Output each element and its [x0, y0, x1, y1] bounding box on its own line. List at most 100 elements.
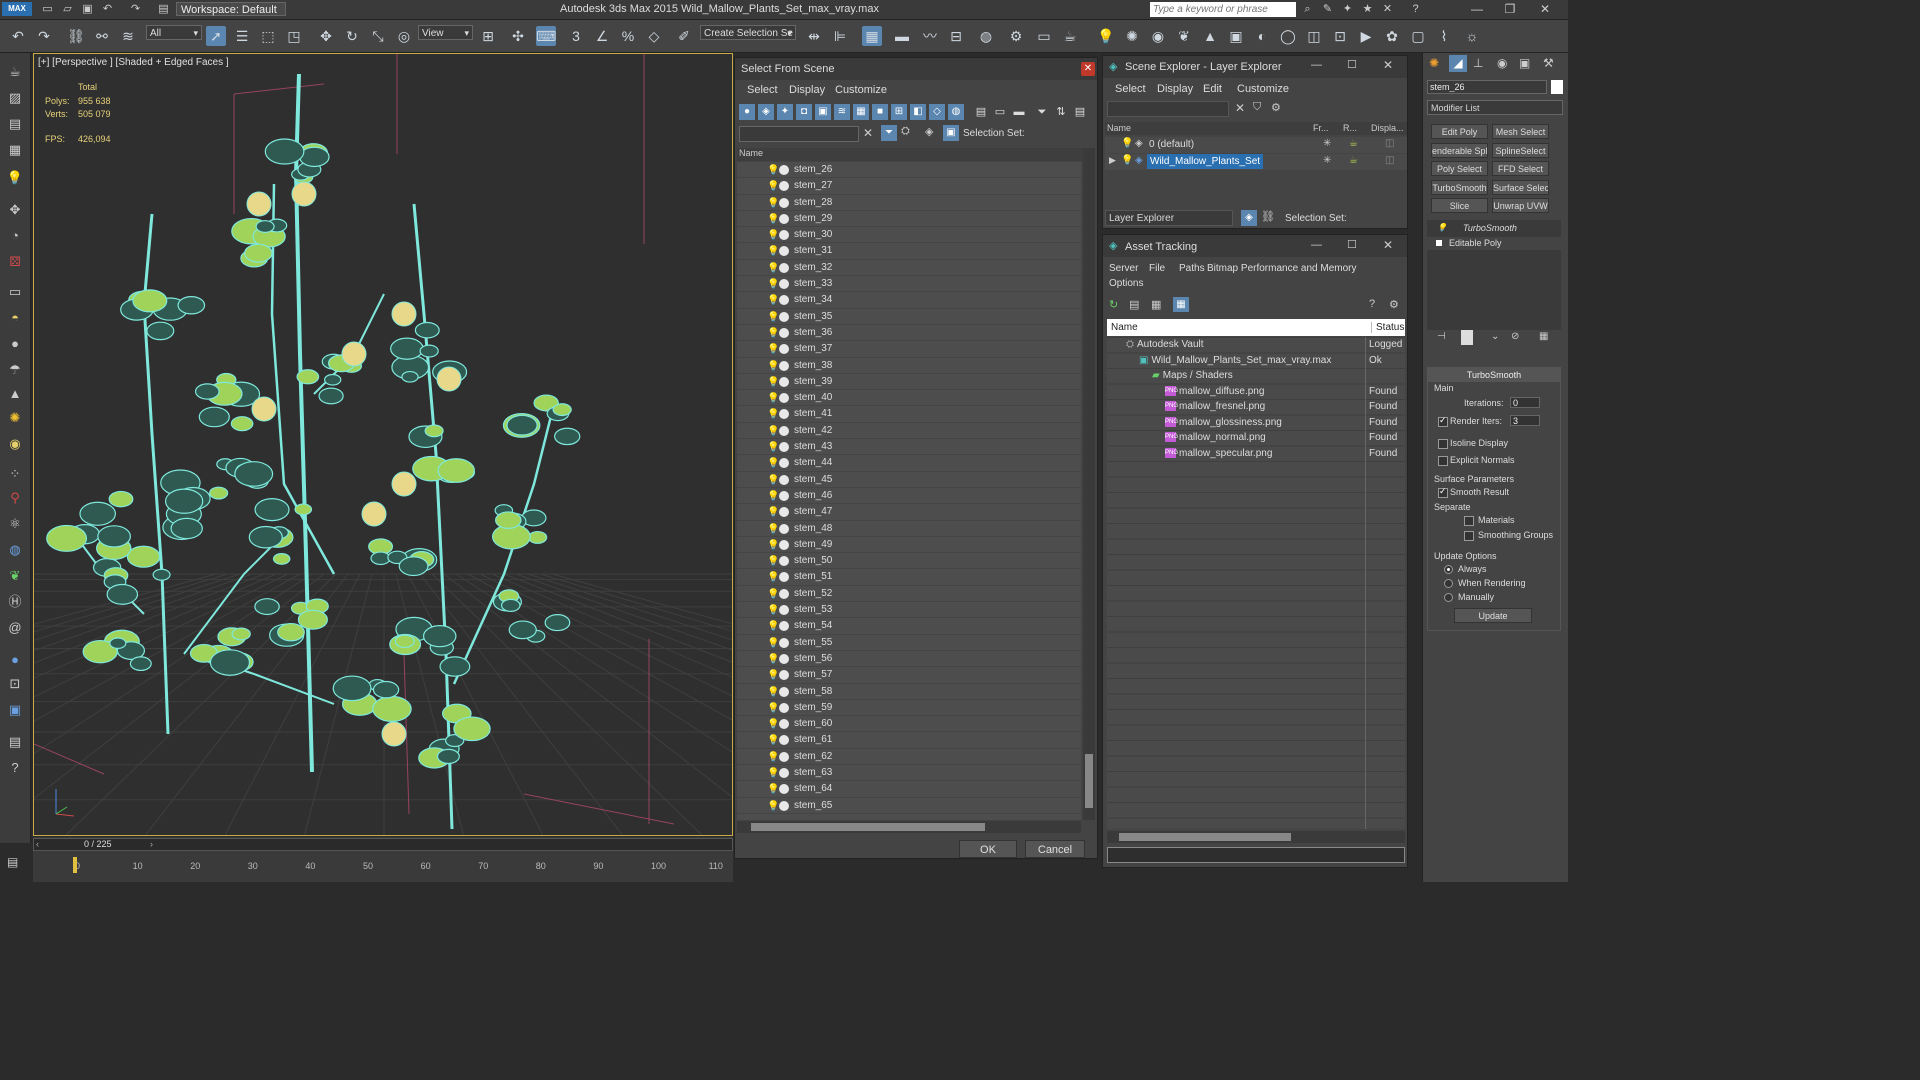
lightbulb-icon[interactable]: 💡 [767, 473, 779, 489]
display-none-icon[interactable]: ▭ [992, 104, 1008, 120]
lightbulb-icon[interactable]: 💡 [767, 766, 779, 782]
favorites-icon[interactable]: ★ [1360, 2, 1375, 16]
minimize-icon[interactable]: — [1311, 59, 1322, 71]
lightbulb-icon[interactable]: 💡 [767, 570, 779, 586]
render-teapot-icon[interactable]: ☕ [1349, 155, 1358, 166]
dice-icon[interactable]: ⚄ [6, 253, 24, 271]
list-item[interactable]: 💡 stem_65 [737, 798, 1081, 814]
list-item[interactable]: 💡 stem_57 [737, 667, 1081, 684]
lightbulb-icon[interactable]: 💡 [767, 619, 779, 635]
landscape-icon[interactable]: ▨ [6, 89, 24, 107]
dome-icon[interactable]: ☂ [6, 361, 24, 379]
lightbulb-icon[interactable]: 💡 [767, 603, 779, 619]
column-display[interactable]: Displa... [1371, 123, 1404, 133]
table-row[interactable]: ▰ Maps / Shaders [1107, 368, 1405, 384]
lightbulb-icon[interactable]: 💡 [767, 668, 779, 684]
lightbulb-icon[interactable]: 💡 [767, 456, 779, 472]
layer-icon[interactable]: ◈ [925, 125, 933, 138]
manually-radio[interactable] [1444, 593, 1453, 602]
pin-stack-icon[interactable]: ⊣ [1437, 331, 1446, 342]
modifier-button[interactable]: TurboSmooth [1431, 179, 1488, 195]
move-icon[interactable]: ✥ [316, 26, 336, 46]
modifier-button[interactable]: Edit Poly [1431, 124, 1488, 139]
timeline-ticks[interactable]: 0 10 20 30 40 50 60 70 80 90 100 110 [33, 837, 733, 882]
list-item[interactable]: 💡 stem_39 [737, 374, 1081, 391]
percent-snap-icon[interactable]: % [618, 26, 638, 46]
lightbulb-icon[interactable]: 💡 [767, 587, 779, 603]
bind-space-warp-icon[interactable]: ≋ [118, 26, 138, 46]
fur-icon[interactable]: ❦ [1174, 26, 1194, 46]
curve-editor-icon[interactable]: 〰 [920, 26, 940, 46]
stack-item-turbosmooth[interactable]: 💡 TurboSmooth [1427, 223, 1561, 236]
name-filter-input[interactable] [739, 126, 859, 142]
scene-states-icon[interactable]: ⊡ [6, 675, 24, 693]
lamp-icon[interactable]: 💡 [6, 169, 24, 187]
maximize-icon[interactable]: ☐ [1347, 58, 1357, 71]
light-bulb-icon[interactable]: ☼ [1462, 26, 1482, 46]
display-hidden-icon[interactable]: ◍ [948, 104, 964, 120]
plane-icon[interactable]: ▭ [6, 283, 24, 301]
new-file-icon[interactable]: ▭ [40, 2, 55, 16]
menu-paths[interactable]: Paths [1179, 263, 1205, 274]
update-button[interactable]: Update [1454, 608, 1532, 623]
open-file-icon[interactable]: ▱ [60, 2, 75, 16]
lightbulb-icon[interactable]: 💡 [767, 685, 779, 701]
list-item[interactable]: 💡 stem_29 [737, 211, 1081, 228]
viewport-label[interactable]: [+] [Perspective ] [Shaded + Edged Faces… [38, 57, 229, 68]
list-item[interactable]: 💡 stem_52 [737, 586, 1081, 603]
lightbulb-icon[interactable]: 💡 [767, 440, 779, 456]
teapot-icon[interactable]: ☕ [6, 63, 24, 81]
layer-search-input[interactable] [1107, 101, 1229, 117]
table-row[interactable]: ⛭ Autodesk Vault Logged [1107, 337, 1405, 353]
remove-modifier-icon[interactable]: ⊘ [1511, 331, 1519, 342]
menu-bitmap-performance[interactable]: Bitmap Performance and Memory [1207, 263, 1357, 274]
help-circle-icon[interactable]: ? [6, 759, 24, 777]
save-file-icon[interactable]: ▣ [80, 2, 95, 16]
lightbulb-icon[interactable]: 💡 [767, 538, 779, 554]
object-color-swatch[interactable] [1551, 80, 1563, 94]
list-item[interactable]: 💡 stem_55 [737, 635, 1081, 651]
filter-funnel-icon[interactable]: ⏷ [1034, 104, 1050, 120]
undo-icon[interactable]: ↶ [100, 2, 115, 16]
lightbulb-icon[interactable]: 💡 [767, 391, 779, 407]
render-frame-icon[interactable]: ▤ [6, 115, 24, 133]
layers-icon[interactable]: ▤ [7, 855, 18, 869]
minimize-window-button[interactable]: — [1462, 1, 1492, 17]
show-end-result-icon[interactable] [1461, 330, 1473, 345]
grass-icon[interactable]: ❦ [6, 567, 24, 585]
modifier-button[interactable]: Poly Select [1431, 161, 1488, 176]
table-row[interactable]: ▣ Wild_Mallow_Plants_Set_max_vray.max Ok [1107, 353, 1405, 369]
smooth-result-checkbox[interactable] [1438, 486, 1448, 498]
hierarchy-icon[interactable]: ⛓ [1261, 210, 1275, 223]
lightbulb-icon[interactable]: 💡 [767, 342, 779, 358]
link-icon[interactable]: ⛓ [66, 26, 86, 46]
filter-icon[interactable]: ⛉ [1253, 101, 1261, 114]
iterations-spinner[interactable]: 0 [1510, 397, 1540, 408]
settings-icon[interactable]: ⚙ [1389, 298, 1399, 311]
help-icon[interactable]: ? [1408, 2, 1423, 16]
column-name[interactable]: Name [1111, 322, 1138, 333]
display-xrefs-icon[interactable]: ■ [872, 104, 888, 120]
render-iters-checkbox[interactable] [1438, 415, 1448, 427]
layer-row[interactable]: ▶ 💡 ◈ Wild_Mallow_Plants_Set ✳ ☕ ◫ [1105, 154, 1407, 170]
configure-sets-icon[interactable]: ▦ [1539, 331, 1548, 342]
workspace-dropdown[interactable]: Workspace: Default [176, 2, 286, 16]
display-containers-icon[interactable]: ◧ [910, 104, 926, 120]
list-item[interactable]: 💡 stem_35 [737, 309, 1081, 325]
lightbulb-icon[interactable]: 💡 [767, 407, 779, 423]
list-item[interactable]: 💡 stem_37 [737, 341, 1081, 358]
motion-tab-icon[interactable]: ◉ [1497, 56, 1507, 70]
column-frozen[interactable]: Fr... [1313, 123, 1329, 133]
list-item[interactable]: 💡 stem_54 [737, 618, 1081, 635]
render-elements-icon[interactable]: ▶ [1356, 26, 1376, 46]
sphere-icon[interactable]: ● [6, 335, 24, 353]
clear-search-icon[interactable]: ✕ [1235, 101, 1245, 115]
snail-icon[interactable]: @ [6, 619, 24, 637]
lightbulb-icon[interactable]: 💡 [767, 717, 779, 733]
modifier-button[interactable]: Slice [1431, 198, 1488, 213]
select-manipulate-icon[interactable]: ✣ [508, 26, 528, 46]
name-column-header[interactable]: Name [737, 148, 1083, 161]
smoothing-groups-checkbox[interactable] [1464, 531, 1474, 541]
list-item[interactable]: 💡 stem_28 [737, 195, 1081, 211]
menu-display[interactable]: Display [1157, 83, 1193, 95]
